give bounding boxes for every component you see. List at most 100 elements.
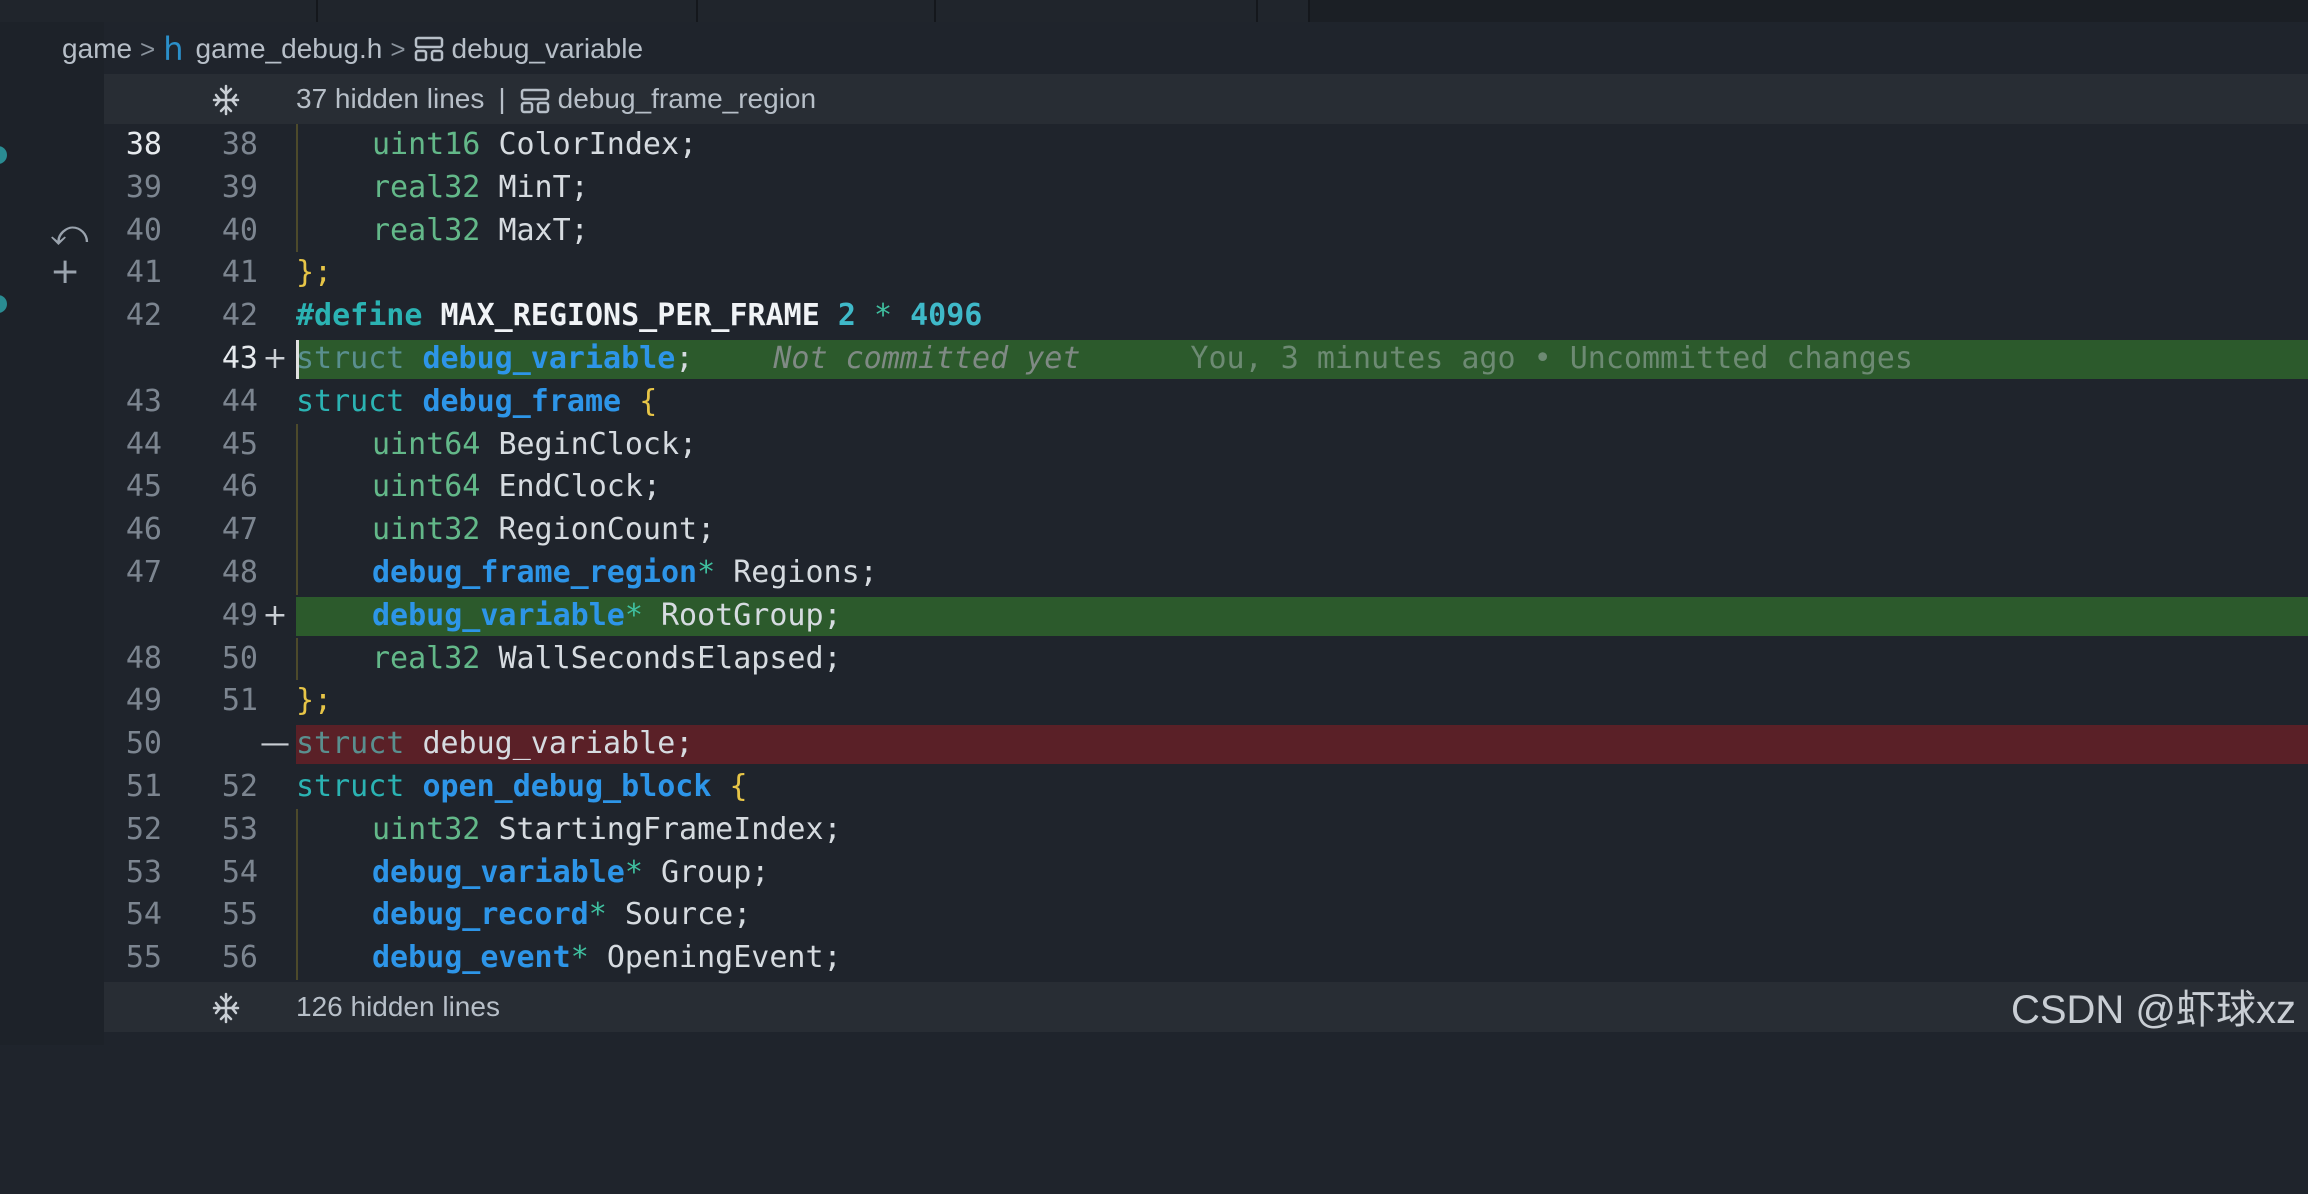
hidden-lines-count: 126 hidden lines xyxy=(296,991,500,1022)
original-line-number: 54 xyxy=(125,897,162,933)
breadcrumb-symbol[interactable]: debug_variable xyxy=(452,33,644,65)
code-line[interactable]: 46 47 uint32 RegionCount; xyxy=(104,509,2308,552)
original-line-number: 51 xyxy=(125,768,162,804)
modified-line-number: 43 xyxy=(221,340,258,376)
code-line[interactable]: 39 39 real32 MinT; xyxy=(104,166,2308,210)
modified-line-number: 53 xyxy=(221,811,258,847)
fold-symbol[interactable]: debug_frame_region xyxy=(558,83,816,114)
original-line-number: 52 xyxy=(125,811,162,847)
modified-line-number: 49 xyxy=(221,597,258,633)
unfold-icon[interactable] xyxy=(210,84,242,116)
original-line-number: 48 xyxy=(125,640,162,676)
indent-guide xyxy=(296,124,298,167)
indent-guide xyxy=(296,509,298,552)
code-line[interactable]: 52 53 uint32 StartingFrameIndex; xyxy=(104,808,2308,852)
change-marker-dot[interactable] xyxy=(0,146,7,164)
added-line-marker: + xyxy=(262,340,288,376)
code-text: debug_variable* RootGroup; xyxy=(372,597,842,633)
original-line-number: 39 xyxy=(125,169,162,205)
original-line-number: 45 xyxy=(125,469,162,505)
removed-line-marker: — xyxy=(260,726,290,762)
modified-line-number: 52 xyxy=(221,768,258,804)
editor-tab[interactable] xyxy=(0,0,318,22)
blame-info: You, 3 minutes ago • Uncommitted changes xyxy=(1190,340,1913,376)
breadcrumb-folder[interactable]: game xyxy=(62,33,132,65)
editor-tab[interactable] xyxy=(1258,0,1310,22)
modified-line-number: 41 xyxy=(221,255,258,291)
original-line-number: 41 xyxy=(125,255,162,291)
code-line[interactable]: 55 56 debug_event* OpeningEvent; xyxy=(104,937,2308,980)
original-line-number: 47 xyxy=(125,554,162,590)
added-line-marker: + xyxy=(262,597,288,633)
code-line-added[interactable]: 43 + struct debug_variable; Not committed… xyxy=(104,338,2308,381)
code-line[interactable]: 49 51 }; xyxy=(104,680,2308,723)
modified-line-number: 44 xyxy=(221,383,258,419)
diff-gutter: ⤺ + xyxy=(0,22,104,1045)
indent-guide xyxy=(296,937,298,980)
breadcrumb-file[interactable]: game_debug.h xyxy=(196,33,383,65)
revert-change-icon[interactable]: ⤺ xyxy=(50,216,88,252)
modified-line-number: 39 xyxy=(221,169,258,205)
original-line-number: 38 xyxy=(125,127,162,162)
code-line[interactable]: 43 44 struct debug_frame { xyxy=(104,381,2308,424)
text-cursor xyxy=(296,339,299,379)
code-line[interactable]: 40 40 real32 MaxT; xyxy=(104,209,2308,253)
original-line-number: 50 xyxy=(125,726,162,762)
modified-line-number: 46 xyxy=(221,469,258,505)
folded-region-bottom[interactable]: 126 hidden lines xyxy=(104,982,2308,1032)
struct-symbol-icon xyxy=(414,36,443,62)
code-line[interactable]: 53 54 debug_variable* Group; xyxy=(104,851,2308,895)
original-line-number: 55 xyxy=(125,940,162,976)
indent-guide xyxy=(296,808,298,852)
watermark: CSDN @虾球xz xyxy=(2010,988,2296,1032)
code-line[interactable]: 44 45 uint64 BeginClock; xyxy=(104,423,2308,467)
code-text: uint16 ColorIndex; xyxy=(372,127,698,162)
editor-tab[interactable] xyxy=(318,0,698,22)
code-text: debug_frame_region* Regions; xyxy=(372,554,878,590)
modified-line-number: 54 xyxy=(221,854,258,890)
code-line[interactable]: 47 48 debug_frame_region* Regions; xyxy=(104,551,2308,595)
editor-tab[interactable] xyxy=(936,0,1258,22)
indent-guide xyxy=(296,851,298,895)
code-text: real32 MinT; xyxy=(372,169,589,205)
code-line[interactable]: 42 42 #define MAX_REGIONS_PER_FRAME 2 * … xyxy=(104,295,2308,338)
code-line-added[interactable]: 49 + debug_variable* RootGroup; xyxy=(104,595,2308,638)
original-line-number: 43 xyxy=(125,383,162,419)
code-text: }; xyxy=(296,255,333,291)
stage-change-icon[interactable]: + xyxy=(50,254,80,290)
modified-line-number: 40 xyxy=(221,212,258,248)
header-file-icon: h xyxy=(163,30,184,68)
code-line-removed[interactable]: 50 — struct debug_variable; xyxy=(104,723,2308,766)
code-text: struct debug_variable; xyxy=(296,726,694,762)
code-text: struct open_debug_block { xyxy=(296,768,748,804)
code-text: struct debug_variable; Not committed yet Y… xyxy=(296,340,1913,376)
modified-line-number: 50 xyxy=(221,640,258,676)
editor-tab[interactable] xyxy=(698,0,936,22)
unfold-icon[interactable] xyxy=(210,992,242,1024)
original-line-number: 40 xyxy=(125,212,162,248)
modified-line-number: 48 xyxy=(221,554,258,590)
code-text: uint32 StartingFrameIndex; xyxy=(372,811,842,847)
code-text: real32 WallSecondsElapsed; xyxy=(372,640,842,676)
indent-guide xyxy=(296,551,298,595)
modified-line-number: 51 xyxy=(221,683,258,719)
original-line-number: 53 xyxy=(125,854,162,890)
original-line-number: 46 xyxy=(125,512,162,548)
code-line[interactable]: 51 52 struct open_debug_block { xyxy=(104,766,2308,809)
code-line[interactable]: 48 50 real32 WallSecondsElapsed; xyxy=(104,637,2308,681)
code-line[interactable]: 38 38 uint16 ColorIndex; xyxy=(104,124,2308,167)
diff-editor[interactable]: 38 38 uint16 ColorIndex; 39 39 real32 Mi… xyxy=(104,124,2308,980)
modified-line-number: 55 xyxy=(221,897,258,933)
code-line[interactable]: 54 55 debug_record* Source; xyxy=(104,894,2308,938)
code-text: }; xyxy=(296,683,333,719)
original-line-number: 42 xyxy=(125,298,162,334)
change-marker-dot[interactable] xyxy=(0,295,7,313)
code-text: #define MAX_REGIONS_PER_FRAME 2 * 4096 xyxy=(296,298,983,334)
code-text: real32 MaxT; xyxy=(372,212,589,248)
code-line[interactable]: 45 46 uint64 EndClock; xyxy=(104,466,2308,510)
code-text: debug_event* OpeningEvent; xyxy=(372,940,842,976)
code-text: uint64 EndClock; xyxy=(372,469,661,505)
folded-region-top[interactable]: 37 hidden lines | debug_frame_region xyxy=(104,74,2308,124)
original-line-number: 44 xyxy=(125,426,162,462)
code-line[interactable]: 41 41 }; xyxy=(104,252,2308,295)
